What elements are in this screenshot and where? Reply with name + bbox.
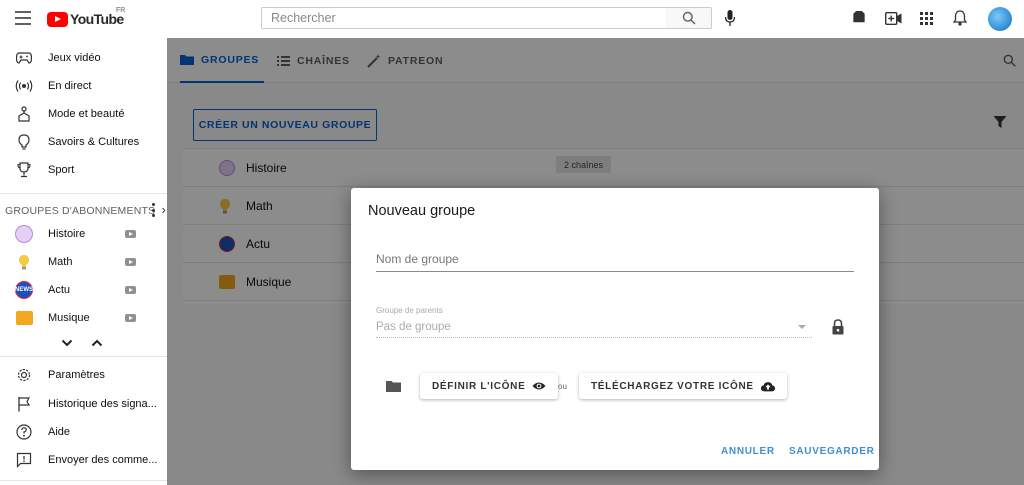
bell-icon[interactable] [951, 9, 969, 27]
tv-icon [125, 230, 136, 238]
trophy-icon [15, 161, 33, 179]
folder-icon [386, 380, 401, 392]
chevron-up-icon[interactable] [91, 335, 103, 347]
more-vert-icon[interactable] [151, 203, 155, 217]
define-icon-label: Définir l'icône [432, 380, 526, 392]
news-group-icon: NEWS [15, 281, 33, 299]
sidebar-item-label: Envoyer des comme... [48, 454, 158, 466]
sidebar-item-label: Jeux vidéo [48, 52, 101, 64]
sidebar-item-label: Paramètres [48, 369, 105, 381]
create-video-icon[interactable] [884, 9, 902, 27]
sidebar-item-label: Actu [48, 284, 71, 296]
gear-icon [15, 366, 33, 384]
music-group-icon [15, 309, 33, 327]
parent-group-value: Pas de groupe [376, 321, 451, 333]
country-code: FR [116, 7, 126, 14]
avatar[interactable] [988, 7, 1012, 31]
search-input[interactable]: Rechercher [261, 7, 667, 29]
bulb-icon [15, 133, 33, 151]
sidebar-group-histoire[interactable]: Histoire [0, 220, 167, 248]
tag-icon[interactable] [850, 9, 868, 27]
chevron-right-icon: › [161, 202, 166, 217]
sidebar-item-label: En direct [48, 80, 92, 92]
sidebar-item-parametres[interactable]: Paramètres [0, 361, 167, 389]
sidebar-item-savoirs[interactable]: Savoirs & Cultures [0, 128, 167, 156]
sidebar: Jeux vidéo En direct Mode et beauté Savo… [0, 38, 167, 485]
lock-icon[interactable] [831, 319, 845, 335]
section-title: Groupes d'abonnements [5, 205, 156, 217]
or-text: ou [558, 382, 567, 391]
group-name-field[interactable] [376, 248, 854, 272]
sidebar-item-historique[interactable]: Historique des signa... [0, 390, 167, 418]
live-icon [15, 77, 33, 95]
tv-icon [125, 286, 136, 294]
sidebar-item-label: Sport [48, 164, 75, 176]
apps-grid-icon[interactable] [917, 9, 935, 27]
hanger-icon [15, 105, 33, 123]
group-name-input[interactable] [376, 248, 854, 270]
tv-icon [125, 258, 136, 266]
divider [0, 193, 167, 194]
sidebar-item-label: Aide [48, 426, 71, 438]
divider [0, 480, 167, 481]
chevron-down-icon[interactable] [61, 335, 73, 347]
sidebar-item-mode-beaute[interactable]: Mode et beauté [0, 100, 167, 128]
sidebar-group-musique[interactable]: Musique [0, 304, 167, 332]
cloud-upload-icon [760, 380, 775, 392]
dropdown-arrow-icon [798, 325, 806, 329]
upload-icon-label: Téléchargez votre icône [591, 380, 754, 392]
tv-icon [125, 314, 136, 322]
flag-icon [15, 395, 33, 413]
sidebar-item-feedback[interactable]: Envoyer des comme... [0, 446, 167, 474]
sidebar-item-label: Mode et beauté [48, 108, 125, 120]
save-button[interactable]: Sauvegarder [789, 446, 875, 457]
sidebar-item-jeux-video[interactable]: Jeux vidéo [0, 44, 167, 72]
sidebar-group-actu[interactable]: NEWS Actu [0, 276, 167, 304]
sidebar-item-label: Musique [48, 312, 90, 324]
search-button[interactable] [666, 7, 712, 29]
define-icon-button[interactable]: Définir l'icône [420, 373, 559, 399]
help-icon [15, 423, 33, 441]
mic-icon[interactable] [722, 9, 738, 27]
sidebar-item-label: Historique des signa... [48, 398, 157, 410]
dialog-title: Nouveau groupe [368, 203, 476, 219]
new-group-dialog: Nouveau groupe Groupe de parents Pas de … [351, 188, 879, 470]
eye-icon [532, 380, 546, 392]
sidebar-item-aide[interactable]: Aide [0, 418, 167, 446]
search-icon [682, 11, 695, 25]
gamepad-icon [15, 49, 33, 67]
divider [0, 356, 167, 357]
histoire-group-icon [15, 225, 33, 243]
sidebar-item-sport[interactable]: Sport [0, 156, 167, 184]
parent-group-select[interactable]: Pas de groupe [376, 317, 812, 338]
sidebar-group-math[interactable]: Math [0, 248, 167, 276]
sidebar-item-en-direct[interactable]: En direct [0, 72, 167, 100]
cancel-button[interactable]: Annuler [721, 446, 775, 457]
menu-icon[interactable] [15, 11, 31, 25]
youtube-logo[interactable]: YouTube [47, 10, 124, 28]
subscription-groups-header[interactable]: Groupes d'abonnements › [5, 202, 166, 217]
sidebar-item-label: Histoire [48, 228, 86, 240]
masthead: YouTube FR Rechercher [0, 0, 1024, 38]
search-placeholder: Rechercher [271, 11, 336, 25]
sidebar-item-label: Math [48, 256, 73, 268]
youtube-play-icon [47, 11, 68, 27]
upload-icon-button[interactable]: Téléchargez votre icône [579, 373, 787, 399]
sidebar-item-label: Savoirs & Cultures [48, 136, 140, 148]
parent-group-label: Groupe de parents [376, 306, 443, 315]
math-group-icon [15, 253, 33, 271]
feedback-icon [15, 451, 33, 469]
